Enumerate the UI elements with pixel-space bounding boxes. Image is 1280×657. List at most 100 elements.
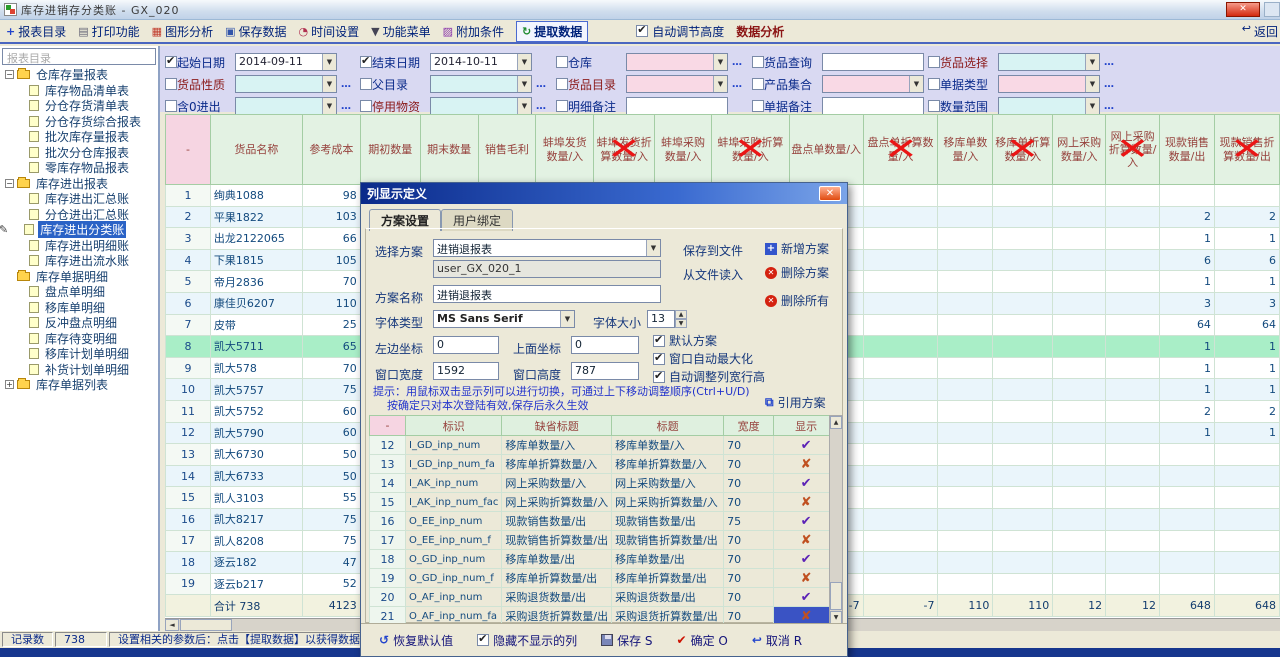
sidebar-item-10[interactable]: 分仓进出汇总账 bbox=[0, 207, 158, 223]
toolbar-button-chart[interactable]: ▦图形分析 bbox=[152, 23, 213, 40]
filter-checkbox[interactable] bbox=[360, 100, 372, 112]
filter-field[interactable]: ▼ bbox=[998, 75, 1100, 93]
column-header[interactable]: - bbox=[166, 115, 211, 185]
filter-checkbox[interactable] bbox=[752, 56, 764, 68]
row-number-cell[interactable]: 14 bbox=[166, 465, 211, 487]
sidebar-item-18[interactable]: 库存待变明细 bbox=[0, 331, 158, 347]
filter-field[interactable]: ▼ bbox=[626, 53, 728, 71]
filter-field[interactable]: ▼ bbox=[998, 97, 1100, 115]
row-number-cell[interactable]: 19 bbox=[166, 573, 211, 595]
data-cell[interactable] bbox=[863, 357, 938, 379]
data-cell[interactable] bbox=[993, 573, 1053, 595]
product-name-cell[interactable]: 逐云182 bbox=[210, 552, 302, 574]
product-name-cell[interactable]: 凯大578 bbox=[210, 357, 302, 379]
ellipsis-button[interactable]: … bbox=[341, 101, 352, 112]
filter-field[interactable]: ▼ bbox=[430, 75, 532, 93]
data-cell[interactable] bbox=[938, 465, 993, 487]
grid-caption[interactable]: 移库单折算数量/入 bbox=[612, 455, 724, 474]
row-number-cell[interactable]: 2 bbox=[166, 206, 211, 228]
column-header[interactable]: 销售毛利 bbox=[478, 115, 536, 185]
sidebar-item-9[interactable]: 库存进出汇总账 bbox=[0, 191, 158, 207]
data-cell[interactable] bbox=[863, 336, 938, 358]
data-cell[interactable] bbox=[1106, 314, 1160, 336]
product-name-cell[interactable]: 凯人8208 bbox=[210, 530, 302, 552]
cash-sale-qty-cell[interactable] bbox=[1160, 573, 1215, 595]
filter-checkbox[interactable] bbox=[928, 78, 940, 90]
ref-cost-cell[interactable]: 47 bbox=[302, 552, 360, 574]
data-cell[interactable] bbox=[993, 530, 1053, 552]
cash-sale-conv-qty-cell[interactable] bbox=[1214, 573, 1279, 595]
ref-cost-cell[interactable]: 110 bbox=[302, 292, 360, 314]
filter-checkbox[interactable] bbox=[556, 78, 568, 90]
grid-default-caption[interactable]: 网上采购数量/入 bbox=[502, 474, 612, 493]
data-cell[interactable] bbox=[1053, 465, 1106, 487]
filter-checkbox[interactable] bbox=[752, 78, 764, 90]
grid-width-cell[interactable]: 75 bbox=[724, 512, 774, 531]
dropdown-arrow-icon[interactable]: ▼ bbox=[322, 98, 336, 114]
column-header[interactable]: 现款销售数量/出 bbox=[1160, 115, 1215, 185]
data-cell[interactable] bbox=[938, 530, 993, 552]
product-name-cell[interactable]: 凯大6730 bbox=[210, 444, 302, 466]
toolbar-button-clock[interactable]: ◔时间设置 bbox=[299, 23, 360, 40]
data-cell[interactable] bbox=[1106, 573, 1160, 595]
dropdown-arrow-icon[interactable]: ▼ bbox=[322, 76, 336, 92]
grid-row-number[interactable]: 19 bbox=[370, 569, 406, 588]
ellipsis-button[interactable]: … bbox=[536, 101, 547, 112]
ref-cost-cell[interactable]: 75 bbox=[302, 530, 360, 552]
cash-sale-qty-cell[interactable]: 1 bbox=[1160, 422, 1215, 444]
grid-row[interactable]: 14I_AK_inp_num网上采购数量/入网上采购数量/入70✔ bbox=[370, 474, 839, 493]
checkbox-icon[interactable] bbox=[653, 335, 665, 347]
grid-row[interactable]: 15I_AK_inp_num_fac网上采购折算数量/入网上采购折算数量/入70… bbox=[370, 493, 839, 512]
data-cell[interactable] bbox=[863, 487, 938, 509]
cancel-button[interactable]: ↩ 取消 R bbox=[752, 632, 802, 649]
grid-caption[interactable]: 现款销售折算数量/出 bbox=[612, 531, 724, 550]
row-number-cell[interactable]: 6 bbox=[166, 292, 211, 314]
data-cell[interactable] bbox=[1106, 379, 1160, 401]
ellipsis-button[interactable]: … bbox=[1104, 101, 1115, 112]
data-cell[interactable] bbox=[938, 314, 993, 336]
ref-cost-cell[interactable]: 75 bbox=[302, 508, 360, 530]
row-number-cell[interactable]: 11 bbox=[166, 400, 211, 422]
vscroll-thumb[interactable] bbox=[830, 582, 842, 610]
data-cell[interactable] bbox=[993, 379, 1053, 401]
data-cell[interactable] bbox=[1053, 357, 1106, 379]
grid-width-cell[interactable]: 70 bbox=[724, 531, 774, 550]
vscroll-up-arrow[interactable]: ▲ bbox=[830, 416, 842, 429]
dropdown-arrow-icon[interactable]: ▼ bbox=[322, 54, 336, 70]
grid-default-caption[interactable]: 移库单折算数量/出 bbox=[502, 569, 612, 588]
dialog-option-checkbox-2[interactable]: 窗口自动最大化 bbox=[653, 350, 753, 367]
cash-sale-conv-qty-cell[interactable]: 2 bbox=[1214, 400, 1279, 422]
product-name-cell[interactable]: 平果1822 bbox=[210, 206, 302, 228]
select-scheme-dropdown[interactable]: 进销退报表 ▼ bbox=[433, 239, 661, 257]
data-cell[interactable] bbox=[1106, 487, 1160, 509]
grid-row-number[interactable]: 13 bbox=[370, 455, 406, 474]
product-name-cell[interactable]: 出龙2122065 bbox=[210, 228, 302, 250]
data-cell[interactable] bbox=[938, 508, 993, 530]
row-number-cell[interactable]: 5 bbox=[166, 271, 211, 293]
data-cell[interactable] bbox=[1053, 185, 1106, 207]
data-cell[interactable] bbox=[993, 185, 1053, 207]
sidebar-item-13[interactable]: 库存进出流水账 bbox=[0, 253, 158, 269]
data-cell[interactable] bbox=[863, 530, 938, 552]
ref-scheme-button[interactable]: ⧉ 引用方案 bbox=[765, 394, 826, 411]
cash-sale-conv-qty-cell[interactable] bbox=[1214, 552, 1279, 574]
hide-columns-checkbox[interactable] bbox=[477, 634, 489, 646]
data-cell[interactable] bbox=[1106, 206, 1160, 228]
grid-row[interactable]: 13I_GD_inp_num_fa移库单折算数量/入移库单折算数量/入70✘ bbox=[370, 455, 839, 474]
window-close-button[interactable]: ✕ bbox=[1226, 2, 1260, 17]
grid-field-id[interactable]: I_GD_inp_num bbox=[406, 436, 502, 455]
row-number-cell[interactable]: 18 bbox=[166, 552, 211, 574]
cash-sale-qty-cell[interactable] bbox=[1160, 185, 1215, 207]
grid-width-cell[interactable]: 70 bbox=[724, 493, 774, 512]
product-name-cell[interactable]: 凯人3103 bbox=[210, 487, 302, 509]
data-cell[interactable] bbox=[993, 336, 1053, 358]
data-cell[interactable] bbox=[1053, 379, 1106, 401]
data-cell[interactable] bbox=[1053, 573, 1106, 595]
product-name-cell[interactable]: 康佳贝6207 bbox=[210, 292, 302, 314]
tree-expander-icon[interactable]: + bbox=[5, 380, 14, 389]
data-cell[interactable] bbox=[1053, 228, 1106, 250]
filter-field[interactable]: ▼ bbox=[430, 97, 532, 115]
data-cell[interactable] bbox=[863, 249, 938, 271]
dropdown-arrow-icon[interactable]: ▼ bbox=[1085, 76, 1099, 92]
cash-sale-qty-cell[interactable]: 1 bbox=[1160, 357, 1215, 379]
